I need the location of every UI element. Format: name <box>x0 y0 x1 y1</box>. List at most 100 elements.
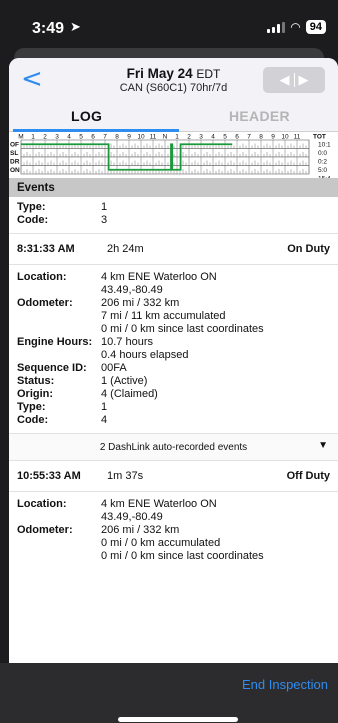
event-row[interactable]: 8:31:33 AM 2h 24m On Duty <box>9 234 338 264</box>
code-label: Code: <box>17 414 49 426</box>
odometer-row: Odometer: 206 mi / 332 km 0 mi / 0 km ac… <box>9 524 338 563</box>
end-inspection-button[interactable]: End Inspection <box>242 677 328 692</box>
status-bar: 3:49 ➤ ◠ 94 <box>0 0 338 46</box>
odometer-label: Odometer: <box>17 524 73 536</box>
log-graph-svg: M 1 2 3 4 5 6 7 8 9 10 11 N 1 2 3 4 5 6 7 8 9 10 11 TOTOF 10:1SL 0… <box>10 134 331 179</box>
hour-label: 8 <box>259 134 263 141</box>
status-row: Status: 1 (Active) <box>9 375 338 388</box>
hour-label: 11 <box>294 134 301 141</box>
tab-log[interactable]: LOG <box>71 108 102 124</box>
location-value: 4 km ENE Waterloo ON <box>101 271 217 283</box>
events-list: Type: 1 Code: 3 8:31:33 AM 2h 24m On Dut… <box>9 197 338 563</box>
event-duration: 2h 24m <box>107 243 144 255</box>
events-section-header: Events <box>9 178 338 197</box>
event-duration: 1m 37s <box>107 470 144 482</box>
hour-label: 2 <box>187 134 191 141</box>
hour-label: 5 <box>223 134 227 141</box>
wifi-icon: ◠ <box>290 20 301 34</box>
hour-label: 3 <box>199 134 203 141</box>
hour-label: 3 <box>55 134 59 141</box>
location-value: 4 km ENE Waterloo ON <box>101 498 217 510</box>
type-row: Type: 1 <box>9 401 338 414</box>
prev-code-label: Code: <box>17 214 49 226</box>
prev-code-row: Code: 3 <box>9 214 338 233</box>
engine-hours-label: Engine Hours: <box>17 336 93 348</box>
duty-status-graph: M 1 2 3 4 5 6 7 8 9 10 11 N 1 2 3 4 5 6 7 8 9 10 11 TOT OF 10:1 SL 0… <box>9 132 338 178</box>
hour-label: 6 <box>91 134 95 141</box>
code-row: Code: 4 <box>9 414 338 433</box>
hour-label: 2 <box>43 134 47 141</box>
chevron-down-icon: ▼ <box>318 440 328 451</box>
dashlink-toggle[interactable]: 2 DashLink auto-recorded events ▼ <box>9 434 338 460</box>
prev-type-value: 1 <box>101 201 108 213</box>
battery-icon: 94 <box>305 20 326 34</box>
odometer-value: 206 mi / 332 km <box>101 297 180 309</box>
hour-label: 10 <box>137 134 145 141</box>
event-row[interactable]: 10:55:33 AM 1m 37s Off Duty <box>9 461 338 491</box>
dashlink-label: 2 DashLink auto-recorded events <box>99 441 248 453</box>
type-value: 1 <box>101 401 108 413</box>
sequence-value: 00FA <box>101 362 127 374</box>
row-total: 0:0 <box>318 150 327 157</box>
hour-label: 9 <box>271 134 275 141</box>
coords-value: 43.49,-80.49 <box>101 284 163 296</box>
total-header: TOT <box>313 134 326 141</box>
prev-day-icon[interactable]: ◀ <box>280 72 290 88</box>
origin-row: Origin: 4 (Claimed) <box>9 388 338 401</box>
row-label: DR <box>10 159 20 166</box>
odometer-accumulated: 7 mi / 11 km accumulated <box>101 310 226 322</box>
prev-type-label: Type: <box>17 201 46 213</box>
event-time: 10:55:33 AM <box>17 470 81 482</box>
event-details: Location: 4 km ENE Waterloo ON 43.49,-80… <box>9 265 338 433</box>
hour-label: 8 <box>115 134 119 141</box>
status-label: Status: <box>17 375 55 387</box>
engine-hours-value: 10.7 hours <box>101 336 153 348</box>
sequence-row: Sequence ID: 00FA <box>9 362 338 375</box>
row-label: ON <box>10 167 20 174</box>
row-label: OF <box>10 142 19 149</box>
hour-label: N <box>163 134 168 141</box>
status-value: 1 (Active) <box>101 375 148 387</box>
location-label: Location: <box>17 271 67 283</box>
next-day-icon[interactable]: ▶ <box>299 72 309 88</box>
row-label: SL <box>10 150 18 157</box>
hour-label: 1 <box>31 134 35 141</box>
tab-bar: LOG HEADER <box>9 102 338 132</box>
odometer-since: 0 mi / 0 km since last coordinates <box>101 323 264 335</box>
odometer-label: Odometer: <box>17 297 73 309</box>
hour-label: 9 <box>127 134 131 141</box>
odometer-value: 206 mi / 332 km <box>101 524 180 536</box>
nav-bar: < Fri May 24 EDT CAN (S60C1) 70hr/7d ◀ ▶ <box>9 58 338 102</box>
bottom-toolbar: End Inspection <box>0 663 338 723</box>
origin-value: 4 (Claimed) <box>101 388 158 400</box>
hour-label: 5 <box>79 134 83 141</box>
event-status: On Duty <box>287 243 330 255</box>
origin-label: Origin: <box>17 388 54 400</box>
row-total: 0:2 <box>318 159 327 166</box>
hour-label: 7 <box>103 134 107 141</box>
day-pager: ◀ ▶ <box>263 67 325 93</box>
hour-label: 11 <box>150 134 157 141</box>
hour-label: 1 <box>175 134 179 141</box>
hour-label: 7 <box>247 134 251 141</box>
hour-label: 6 <box>235 134 239 141</box>
odometer-row: Odometer: 206 mi / 332 km 7 mi / 11 km a… <box>9 297 338 336</box>
hour-label: 10 <box>281 134 289 141</box>
row-total: 10:1 <box>318 142 331 149</box>
row-total: 5:0 <box>318 167 327 174</box>
engine-hours-row: Engine Hours: 10.7 hours 0.4 hours elaps… <box>9 336 338 362</box>
sequence-label: Sequence ID: <box>17 362 87 374</box>
location-arrow-icon: ➤ <box>70 19 81 34</box>
location-row: Location: 4 km ENE Waterloo ON 43.49,-80… <box>9 498 338 524</box>
odometer-accumulated: 0 mi / 0 km accumulated <box>101 537 221 549</box>
hour-label: 4 <box>67 134 71 141</box>
log-timezone: EDT <box>196 67 221 81</box>
hour-label: M <box>18 134 23 141</box>
event-details: Location: 4 km ENE Waterloo ON 43.49,-80… <box>9 492 338 563</box>
event-time: 8:31:33 AM <box>17 243 75 255</box>
engine-hours-elapsed: 0.4 hours elapsed <box>101 349 189 361</box>
odometer-since: 0 mi / 0 km since last coordinates <box>101 550 264 562</box>
code-value: 4 <box>101 414 108 426</box>
hour-label: 4 <box>211 134 215 141</box>
tab-header[interactable]: HEADER <box>229 108 290 124</box>
